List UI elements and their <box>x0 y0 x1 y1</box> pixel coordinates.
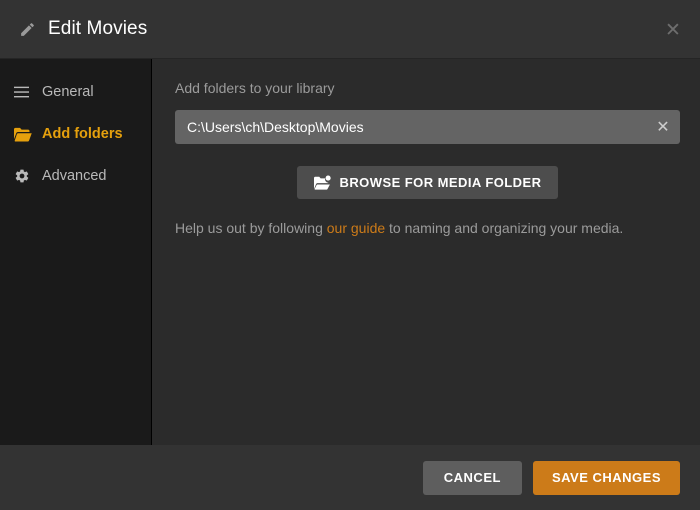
browse-button-label: BROWSE FOR MEDIA FOLDER <box>339 175 542 190</box>
gear-icon <box>14 167 34 185</box>
dialog-footer: CANCEL SAVE CHANGES <box>0 445 700 510</box>
dialog-header: Edit Movies ✕ <box>0 0 700 59</box>
help-text-prefix: Help us out by following <box>175 220 327 236</box>
sidebar-item-label: Advanced <box>42 168 107 184</box>
folder-icon <box>14 125 34 143</box>
close-icon[interactable]: ✕ <box>646 110 680 144</box>
folder-path-row[interactable]: C:\Users\ch\Desktop\Movies ✕ <box>175 110 680 144</box>
hamburger-icon <box>14 83 34 101</box>
save-changes-button[interactable]: SAVE CHANGES <box>532 460 680 495</box>
help-text-suffix: to naming and organizing your media. <box>385 220 624 236</box>
help-text: Help us out by following our guide to na… <box>175 219 680 239</box>
edit-movies-dialog: Edit Movies ✕ General Add folders Advanc… <box>0 0 700 510</box>
browse-for-media-folder-button[interactable]: BROWSE FOR MEDIA FOLDER <box>296 166 559 199</box>
folder-add-icon <box>313 175 331 190</box>
cancel-button[interactable]: CANCEL <box>422 460 522 495</box>
add-folders-label: Add folders to your library <box>175 80 335 96</box>
dialog-body: General Add folders Advanced Add folders… <box>0 59 700 445</box>
sidebar-item-advanced[interactable]: Advanced <box>0 155 151 197</box>
pencil-icon <box>17 19 37 39</box>
dialog-title: Edit Movies <box>48 18 148 39</box>
sidebar-item-general[interactable]: General <box>0 71 151 113</box>
main-panel: Add folders to your library C:\Users\ch\… <box>152 59 700 445</box>
sidebar-item-label: Add folders <box>42 126 123 142</box>
our-guide-link[interactable]: our guide <box>327 220 385 236</box>
browse-button-wrap: BROWSE FOR MEDIA FOLDER <box>175 166 680 199</box>
sidebar-item-add-folders[interactable]: Add folders <box>0 113 151 155</box>
sidebar-item-label: General <box>42 84 94 100</box>
folder-path-value[interactable]: C:\Users\ch\Desktop\Movies <box>187 119 646 135</box>
close-icon[interactable]: ✕ <box>659 16 687 44</box>
sidebar: General Add folders Advanced <box>0 59 152 445</box>
